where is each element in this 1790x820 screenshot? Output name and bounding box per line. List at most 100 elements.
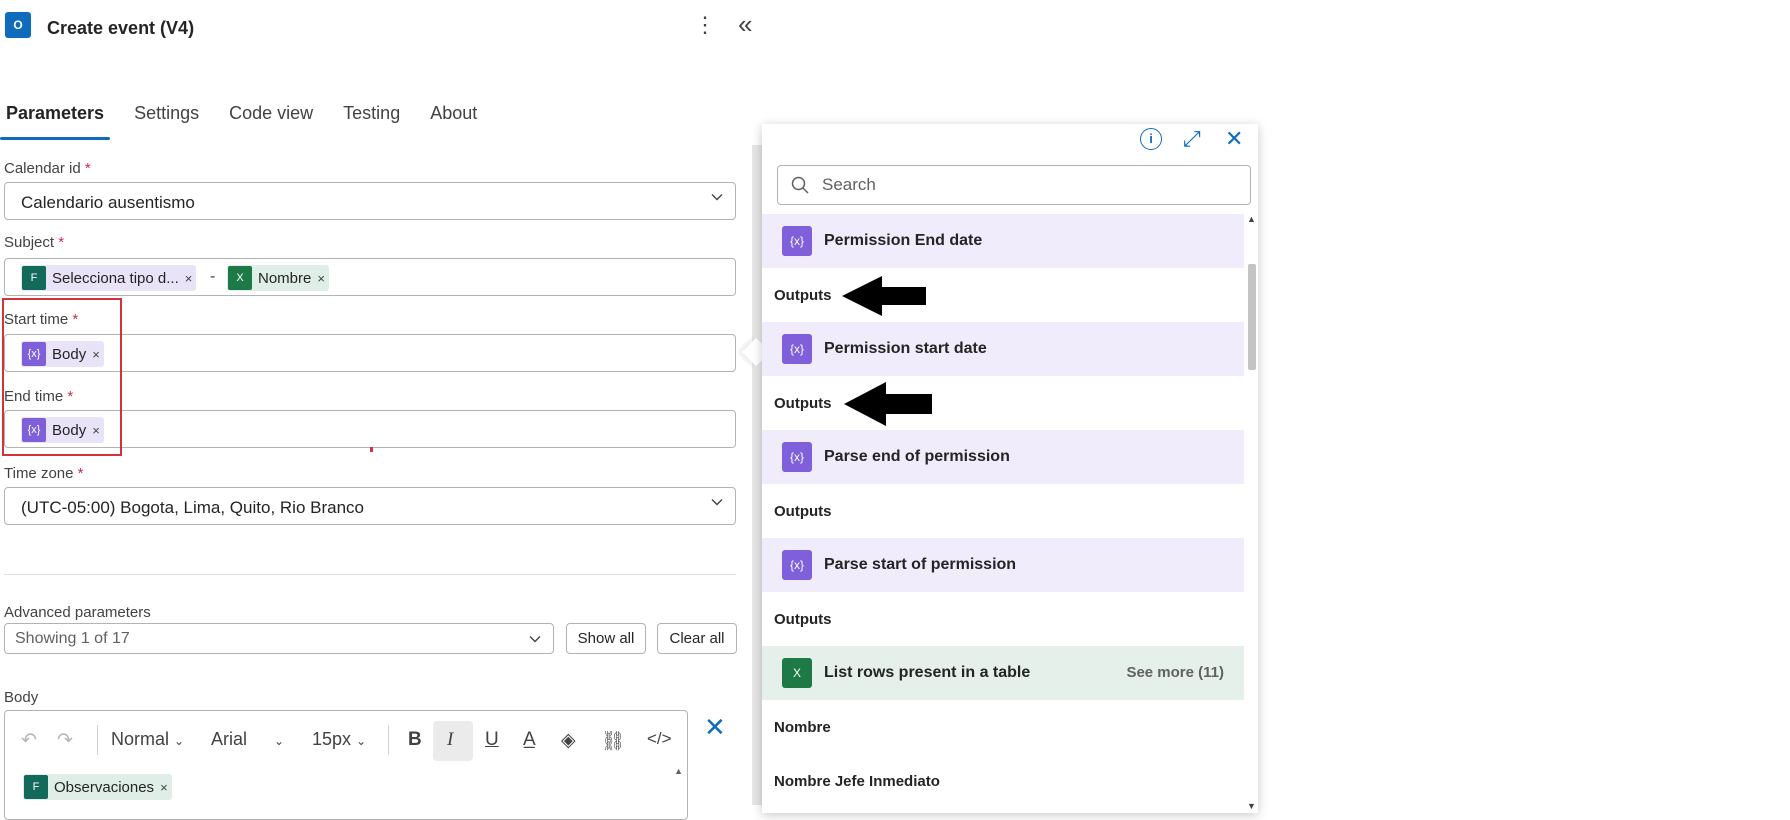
item-label: Outputs [774,502,832,520]
scrollbar-thumb[interactable] [1248,264,1256,370]
advanced-parameters-dropdown[interactable]: Showing 1 of 17 [4,623,554,654]
action-title: Create event (V4) [47,18,195,38]
forms-icon: F [24,775,48,799]
underline-icon[interactable]: U [485,729,499,751]
close-icon[interactable]: ✕ [704,712,726,743]
search-icon [791,176,809,194]
scroll-down-icon[interactable]: ▼ [1247,801,1256,811]
subject-separator: - [210,268,216,285]
list-item-outputs[interactable]: Outputs [762,484,1244,538]
tab-parameters[interactable]: Parameters [0,102,111,140]
advanced-parameters-value: Showing 1 of 17 [15,630,130,647]
item-label: Outputs [774,394,832,412]
chevron-down-icon [711,194,723,201]
highlight-box [2,298,122,456]
cursor-marker [370,447,373,452]
font-color-icon[interactable]: A̲ [523,729,536,751]
group-permission-start-date[interactable]: {x} Permission start date [762,322,1244,376]
time-zone-label: Time zone * [4,465,84,482]
subject-token-nombre[interactable]: X Nombre × [227,265,329,291]
group-permission-end-date[interactable]: {x} Permission End date [762,214,1244,268]
info-icon[interactable]: i [1140,128,1162,150]
highlight-icon[interactable]: ◈ [561,729,576,752]
tab-bar: Parameters Settings Code view Testing Ab… [0,102,501,142]
group-label: Parse start of permission [824,556,1017,573]
item-label: Outputs [774,286,832,304]
token-label: Nombre [258,269,312,287]
calendar-id-dropdown[interactable]: Calendario ausentismo [4,182,736,220]
group-parse-end-of-permission[interactable]: {x} Parse end of permission [762,430,1244,484]
scroll-up-icon[interactable]: ▲ [1247,214,1256,224]
token-label: Observaciones [54,778,155,796]
dynamic-content-panel: i ⤢ ✕ {x} Permission End date Outputs {x… [762,124,1258,813]
redo-icon[interactable]: ↷ [57,729,73,752]
time-zone-value: (UTC-05:00) Bogota, Lima, Quito, Rio Bra… [21,498,364,517]
see-more-link[interactable]: See more (11) [1126,664,1224,681]
chevron-down-icon [529,636,541,643]
font-value: Arial [211,729,248,749]
search-box [777,165,1251,205]
left-arrow-annotation [844,382,932,426]
editor-scroll-up-icon[interactable]: ▲ [674,766,683,776]
advanced-parameters-label: Advanced parameters [4,604,151,621]
tab-settings[interactable]: Settings [128,102,205,140]
chevron-down-icon: ⌄ [356,734,367,748]
time-zone-dropdown[interactable]: (UTC-05:00) Bogota, Lima, Quito, Rio Bra… [4,487,736,525]
more-vertical-icon[interactable]: ⋮ [694,14,716,36]
paragraph-format-select[interactable]: Normal ⌄ [111,729,184,750]
toolbar-separator [97,725,98,755]
link-icon[interactable]: ⛓ [601,729,625,753]
size-value: 15px [312,729,352,749]
item-label: Nombre Jefe Inmediato [774,772,940,790]
group-list-rows-present[interactable]: X List rows present in a table See more … [762,646,1244,700]
chevron-down-icon [711,499,723,506]
list-item-nombre[interactable]: Nombre [762,700,1244,754]
expression-icon: {x} [782,442,812,472]
calendar-id-value: Calendario ausentismo [21,193,195,212]
code-view-icon[interactable]: </> [647,729,672,749]
group-label: List rows present in a table [824,664,1031,681]
excel-icon: X [228,266,252,290]
bold-icon[interactable]: B [408,729,422,751]
double-chevron-left-icon[interactable]: « [738,11,752,37]
tab-testing[interactable]: Testing [337,102,406,140]
font-family-select[interactable]: Arial ⌄ [211,729,284,750]
group-label: Permission End date [824,232,983,249]
subject-field[interactable]: F Selecciona tipo d... × - X Nombre × [4,258,736,296]
tab-code-view[interactable]: Code view [223,102,319,140]
expression-icon: {x} [782,334,812,364]
chevron-down-icon: ⌄ [174,734,185,748]
format-value: Normal [111,729,170,749]
left-arrow-annotation [842,276,926,316]
remove-token-icon[interactable]: × [317,271,325,286]
subject-token-tipo[interactable]: F Selecciona tipo d... × [21,265,197,291]
token-label: Selecciona tipo d... [52,269,179,287]
close-panel-icon[interactable]: ✕ [1225,126,1243,152]
expression-icon: {x} [782,550,812,580]
undo-icon[interactable]: ↶ [21,729,37,752]
subject-label: Subject * [4,234,65,251]
italic-icon[interactable]: I [447,729,453,751]
list-item-outputs[interactable]: Outputs [762,376,1244,430]
search-input[interactable] [820,174,1244,196]
group-label: Parse end of permission [824,448,1010,465]
list-item-outputs[interactable]: Outputs [762,592,1244,646]
list-item-nombre-jefe-inmediato[interactable]: Nombre Jefe Inmediato [762,754,1244,808]
remove-token-icon[interactable]: × [160,780,168,795]
divider [4,574,736,575]
body-rich-text-editor[interactable]: ↶ ↷ Normal ⌄ Arial ⌄ 15px ⌄ B I U A̲ ◈ ⛓… [4,710,688,820]
panel-scroll-rail [752,145,762,805]
calendar-id-label: Calendar id * [4,160,91,177]
toolbar-separator [388,725,389,755]
item-label: Nombre [774,718,831,736]
clear-all-button[interactable]: Clear all [657,623,737,654]
expression-icon: {x} [782,226,812,256]
group-parse-start-of-permission[interactable]: {x} Parse start of permission [762,538,1244,592]
body-token-observaciones[interactable]: F Observaciones × [23,774,172,800]
tab-about[interactable]: About [424,102,483,140]
font-size-select[interactable]: 15px ⌄ [312,729,366,750]
remove-token-icon[interactable]: × [185,271,193,286]
list-item-outputs[interactable]: Outputs [762,268,1244,322]
show-all-button[interactable]: Show all [566,623,646,654]
expand-icon[interactable]: ⤢ [1183,126,1201,152]
